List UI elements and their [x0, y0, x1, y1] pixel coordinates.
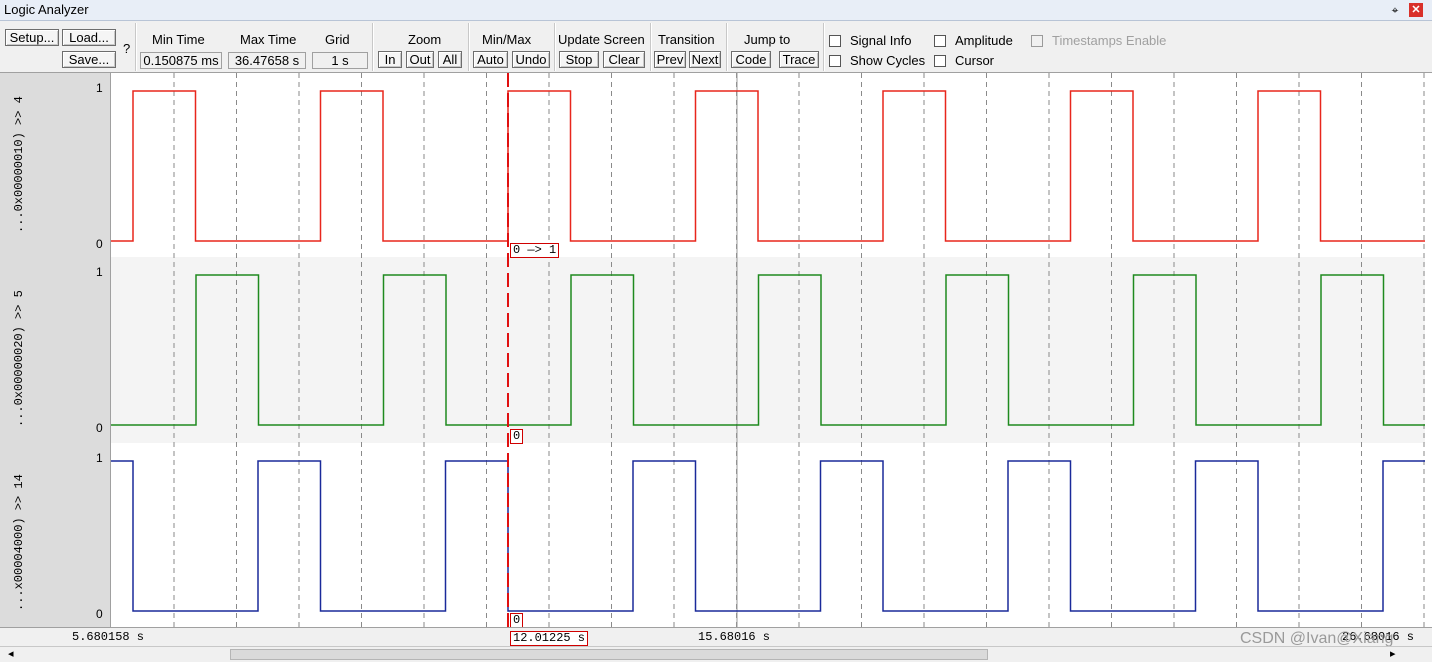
y-high-label: 1 — [96, 81, 103, 95]
auto-button[interactable]: Auto — [473, 51, 508, 68]
update-screen-label: Update Screen — [558, 32, 645, 47]
cursor-transition-label: 0 —> 1 — [510, 243, 560, 258]
max-time-label: Max Time — [240, 32, 297, 47]
time-axis: 5.680158 s 12.01225 s 15.68016 s 26.6801… — [0, 627, 1432, 646]
close-icon[interactable]: ✕ — [1409, 3, 1423, 17]
window-title: Logic Analyzer — [4, 2, 89, 17]
signal-name-panel[interactable]: ...0x00000020) >> 5 1 0 — [0, 257, 111, 443]
signal-info-label: Signal Info — [850, 33, 912, 48]
show-cycles-label: Show Cycles — [850, 53, 926, 68]
amplitude-checkbox[interactable] — [934, 35, 946, 47]
cursor-value-label: 0 — [510, 429, 524, 444]
time-middle-label: 15.68016 s — [698, 630, 771, 644]
min-time-label: Min Time — [152, 32, 205, 47]
waveform-display[interactable] — [111, 73, 1425, 627]
signal-name: ...0x00000010) >> 4 — [12, 96, 26, 233]
jump-to-label: Jump to — [744, 32, 791, 47]
y-low-label: 0 — [96, 237, 103, 251]
transition-label: Transition — [658, 32, 715, 47]
clear-button[interactable]: Clear — [603, 51, 645, 68]
trace-button[interactable]: Trace — [779, 51, 819, 68]
scroll-right-icon[interactable]: ▸ — [1390, 647, 1396, 660]
y-high-label: 1 — [96, 451, 103, 465]
signal-name: ...x00004000) >> 14 — [12, 474, 26, 611]
code-button[interactable]: Code — [731, 51, 771, 68]
undo-button[interactable]: Undo — [512, 51, 550, 68]
save-button[interactable]: Save... — [62, 51, 116, 68]
zoom-in-button[interactable]: In — [378, 51, 402, 68]
signal-name: ...0x00000020) >> 5 — [12, 290, 26, 427]
signal-lane — [111, 257, 1425, 443]
separator — [823, 23, 825, 71]
signal-info-checkbox[interactable] — [829, 35, 841, 47]
scroll-left-icon[interactable]: ◂ — [8, 647, 14, 660]
cursor-time-label: 12.01225 s — [510, 631, 589, 646]
signal-name-panel[interactable]: ...0x00000010) >> 4 1 0 — [0, 73, 111, 257]
next-button[interactable]: Next — [689, 51, 721, 68]
separator — [135, 23, 137, 71]
stop-button[interactable]: Stop — [559, 51, 599, 68]
min-time-value: 0.150875 ms — [140, 52, 222, 69]
zoom-label: Zoom — [408, 32, 442, 47]
grid-value: 1 s — [312, 52, 368, 69]
time-start-label: 5.680158 s — [72, 630, 145, 644]
setup-button[interactable]: Setup... — [5, 29, 59, 46]
y-high-label: 1 — [96, 265, 103, 279]
signal-lane — [111, 73, 1425, 257]
show-cycles-checkbox[interactable] — [829, 55, 841, 67]
timestamps-checkbox — [1031, 35, 1043, 47]
zoom-all-button[interactable]: All — [438, 51, 462, 68]
grid-label: Grid — [325, 32, 350, 47]
y-low-label: 0 — [96, 421, 103, 435]
pin-icon[interactable]: ⌖ — [1388, 2, 1402, 18]
zoom-out-button[interactable]: Out — [406, 51, 434, 68]
y-low-label: 0 — [96, 607, 103, 621]
max-time-value: 36.47658 s — [228, 52, 306, 69]
minmax-label: Min/Max — [482, 32, 532, 47]
scroll-thumb[interactable] — [230, 649, 988, 660]
horizontal-scrollbar[interactable]: ◂ ▸ — [0, 646, 1432, 662]
toolbar: Setup... Load... Save... ? Min Time 0.15… — [0, 21, 1432, 73]
separator — [650, 23, 652, 71]
separator — [372, 23, 374, 71]
signal-name-panel[interactable]: ...x00004000) >> 14 1 0 — [0, 443, 111, 627]
help-button[interactable]: ? — [123, 41, 130, 56]
cursor-value-label: 0 — [510, 613, 524, 628]
title-bar: Logic Analyzer ⌖ ✕ — [0, 0, 1432, 21]
cursor-checkbox[interactable] — [934, 55, 946, 67]
cursor-label: Cursor — [955, 53, 995, 68]
amplitude-label: Amplitude — [955, 33, 1013, 48]
prev-button[interactable]: Prev — [654, 51, 686, 68]
separator — [726, 23, 728, 71]
load-button[interactable]: Load... — [62, 29, 116, 46]
timestamps-label: Timestamps Enable — [1052, 33, 1167, 48]
signal-lane — [111, 443, 1425, 627]
separator — [554, 23, 556, 71]
separator — [468, 23, 470, 71]
